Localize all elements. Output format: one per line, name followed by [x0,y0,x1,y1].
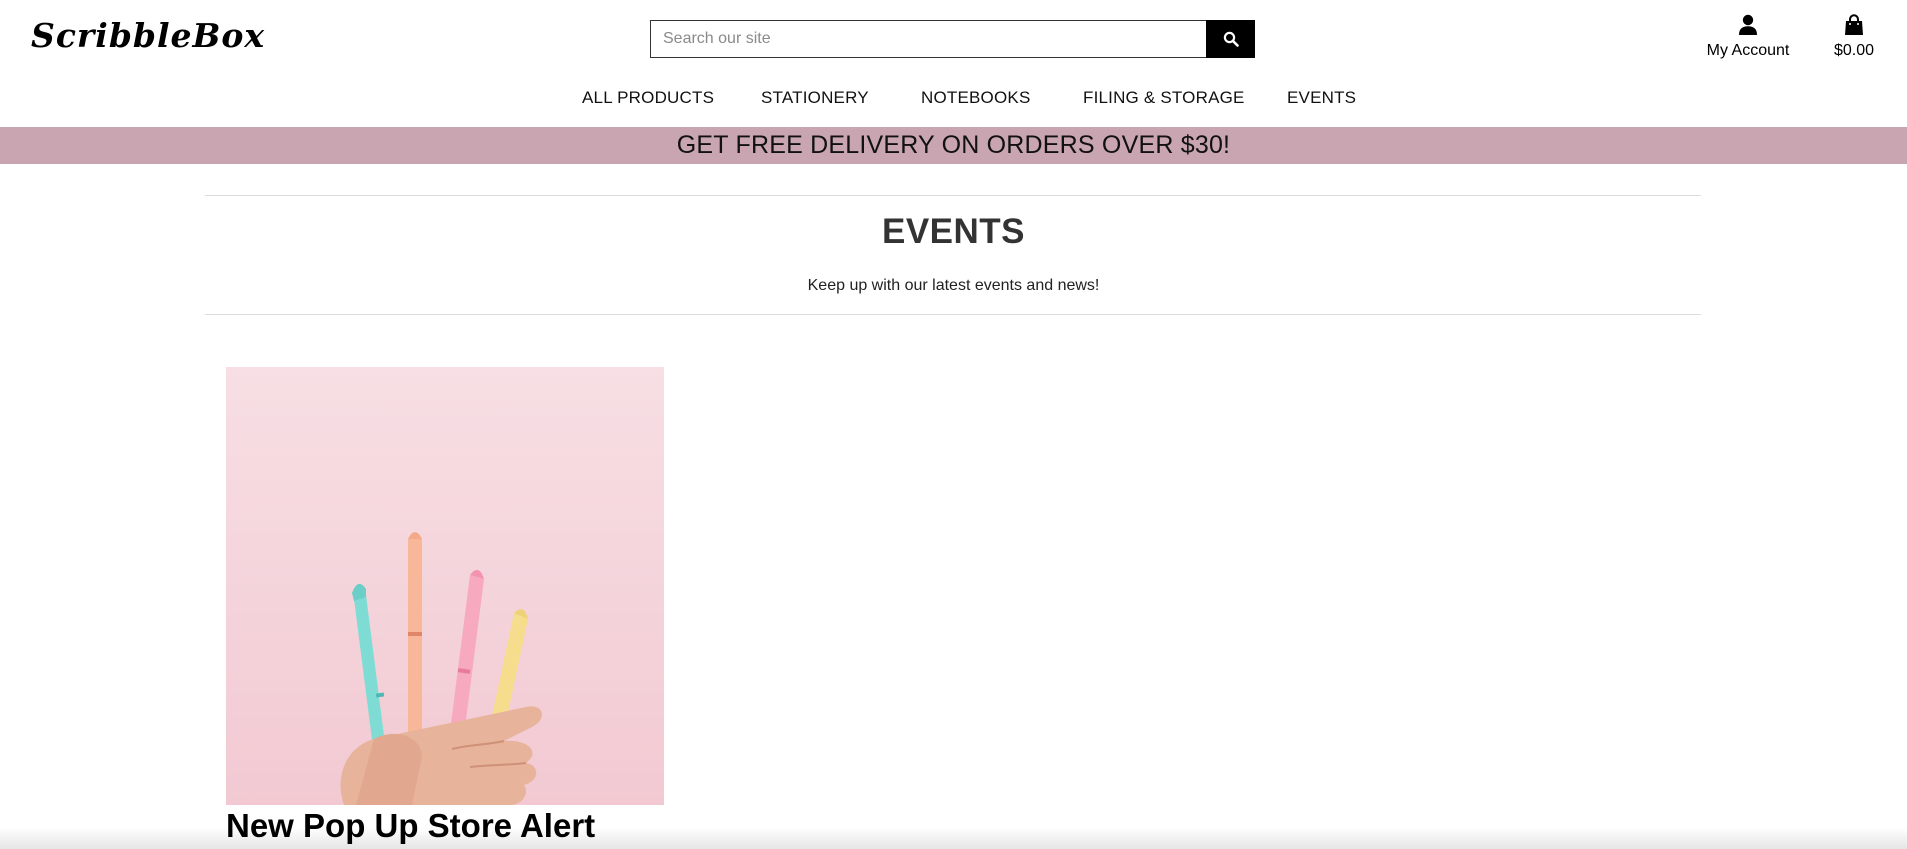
viewport-edge-shadow [0,827,1907,849]
delivery-banner-text: GET FREE DELIVERY ON ORDERS OVER $30! [676,131,1231,159]
nav-item-events[interactable]: EVENTS [1287,88,1356,108]
nav-item-stationery[interactable]: STATIONERY [761,88,869,108]
my-account-label: My Account [1706,42,1790,59]
search-input[interactable] [650,20,1206,58]
divider [205,195,1701,196]
search-icon [1223,31,1239,47]
event-card[interactable]: New Pop Up Store Alert [226,367,664,845]
page-title: EVENTS [881,212,1026,251]
cart-total: $0.00 [1833,42,1875,59]
search-form [650,20,1255,58]
site-logo[interactable]: ScribbleBox [31,16,265,55]
site-header: ScribbleBox My Account $0.00 ALL PRODUCT… [0,0,1907,127]
nav-item-notebooks[interactable]: NOTEBOOKS [921,88,1031,108]
search-button[interactable] [1206,20,1255,58]
my-account-link[interactable]: My Account [1700,14,1796,60]
nav-item-all-products[interactable]: ALL PRODUCTS [582,88,714,108]
page-subtitle: Keep up with our latest events and news! [807,277,1100,294]
delivery-banner: GET FREE DELIVERY ON ORDERS OVER $30! [0,127,1907,164]
divider [205,314,1701,315]
cart-link[interactable]: $0.00 [1826,14,1882,60]
nav-item-filing-storage[interactable]: FILING & STORAGE [1083,88,1245,108]
user-icon [1739,14,1757,35]
shopping-bag-icon [1845,14,1863,35]
event-image[interactable] [226,367,664,805]
